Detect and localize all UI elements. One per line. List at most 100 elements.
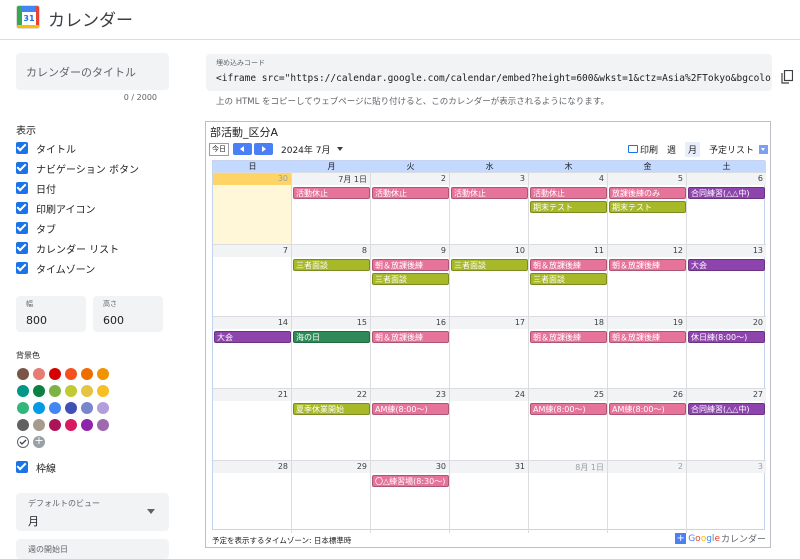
calendar-event[interactable]: 三者面談 (372, 273, 449, 285)
calendar-event[interactable]: 〇△練習場(8:30〜) (372, 475, 449, 487)
calendar-event[interactable]: 活動休止 (451, 187, 528, 199)
day-cell[interactable]: 7月 1日 活動休止 (292, 173, 371, 245)
day-cell[interactable]: 28 (213, 461, 292, 533)
day-cell[interactable]: 23 AM練(8:00〜) (371, 389, 450, 461)
prev-month-button[interactable] (233, 143, 252, 155)
today-button[interactable]: 今日 (209, 142, 229, 156)
calendar-event[interactable]: 合同練習(△△中) (688, 187, 765, 199)
calendar-event[interactable]: 休日練(8:00〜) (688, 331, 765, 343)
calendar-event[interactable]: 朝＆放課後練 (372, 259, 449, 271)
color-swatch[interactable] (33, 402, 45, 414)
color-swatch[interactable] (49, 419, 61, 431)
display-option-checkbox[interactable]: 日付 (16, 180, 56, 196)
day-cell[interactable]: 3 活動休止 (450, 173, 529, 245)
calendar-event[interactable]: 合同練習(△△中) (688, 403, 765, 415)
add-custom-color-icon[interactable]: + (33, 434, 45, 448)
calendar-event[interactable]: 朝＆放課後練 (530, 331, 607, 343)
color-swatch[interactable] (17, 385, 29, 397)
day-cell[interactable]: 2 活動休止 (371, 173, 450, 245)
calendar-title-input[interactable]: カレンダーのタイトル (16, 53, 169, 90)
color-swatch[interactable] (17, 368, 29, 380)
day-cell[interactable]: 10 三者面談 (450, 245, 529, 317)
color-swatch[interactable] (33, 385, 45, 397)
calendar-event[interactable]: 夏季休業開始 (293, 403, 370, 415)
day-cell[interactable]: 8月 1日 (529, 461, 608, 533)
color-swatch[interactable] (81, 368, 93, 380)
day-cell[interactable]: 24 (450, 389, 529, 461)
day-cell[interactable]: 9 朝＆放課後練 三者面談 (371, 245, 450, 317)
color-swatch[interactable] (81, 402, 93, 414)
embed-code-field[interactable]: 埋め込みコード <iframe src="https://calendar.go… (206, 54, 772, 91)
calendar-event[interactable]: 朝＆放課後練 (530, 259, 607, 271)
day-cell[interactable]: 31 (450, 461, 529, 533)
color-swatch[interactable] (97, 402, 109, 414)
copy-icon[interactable] (781, 70, 793, 84)
color-swatch[interactable] (65, 385, 77, 397)
day-cell[interactable]: 11 朝＆放課後練 三者面談 (529, 245, 608, 317)
color-swatch[interactable] (49, 368, 61, 380)
day-cell[interactable]: 19 朝＆放課後練 (608, 317, 687, 389)
calendar-event[interactable]: 活動休止 (372, 187, 449, 199)
color-swatch[interactable] (65, 419, 77, 431)
display-option-checkbox[interactable]: タイムゾーン (16, 260, 95, 276)
calendar-event[interactable]: AM練(8:00〜) (609, 403, 686, 415)
day-cell[interactable]: 18 朝＆放課後練 (529, 317, 608, 389)
calendar-event[interactable]: 期末テスト (530, 201, 607, 213)
day-cell[interactable]: 7 (213, 245, 292, 317)
calendar-event[interactable]: 三者面談 (451, 259, 528, 271)
day-cell[interactable]: 20 休日練(8:00〜) (687, 317, 766, 389)
day-cell[interactable]: 4 活動休止 期末テスト (529, 173, 608, 245)
color-swatch[interactable] (65, 402, 77, 414)
border-checkbox[interactable]: 枠線 (16, 459, 56, 475)
day-cell[interactable]: 29 (292, 461, 371, 533)
calendar-event[interactable]: 海の日 (293, 331, 370, 343)
day-cell[interactable]: 27 合同練習(△△中) (687, 389, 766, 461)
day-cell[interactable]: 22 夏季休業開始 (292, 389, 371, 461)
google-calendar-brand[interactable]: + Google カレンダー (675, 532, 766, 545)
color-swatch[interactable] (81, 385, 93, 397)
day-cell[interactable]: 2 (608, 461, 687, 533)
color-swatch[interactable] (17, 402, 29, 414)
tab-month[interactable]: 月 (684, 141, 700, 157)
day-cell[interactable]: 15 海の日 (292, 317, 371, 389)
color-swatch[interactable] (17, 419, 29, 431)
print-icon[interactable] (627, 145, 638, 153)
tab-agenda[interactable]: 予定リスト (706, 142, 757, 157)
calendar-list-dropdown-icon[interactable] (759, 144, 768, 154)
tab-week[interactable]: 週 (664, 142, 679, 157)
calendar-event[interactable]: 活動休止 (530, 187, 607, 199)
day-cell[interactable]: 17 (450, 317, 529, 389)
calendar-event[interactable]: 三者面談 (530, 273, 607, 285)
day-cell[interactable]: 16 朝＆放課後練 (371, 317, 450, 389)
color-swatch[interactable] (33, 368, 45, 380)
color-swatch[interactable] (97, 368, 109, 380)
color-swatch[interactable] (97, 385, 109, 397)
color-swatch[interactable] (49, 385, 61, 397)
next-month-button[interactable] (254, 143, 273, 155)
calendar-event[interactable]: AM練(8:00〜) (530, 403, 607, 415)
day-cell[interactable]: 25 AM練(8:00〜) (529, 389, 608, 461)
day-cell[interactable]: 14 大会 (213, 317, 292, 389)
day-cell[interactable]: 6 合同練習(△△中) (687, 173, 766, 245)
day-cell[interactable]: 30 〇△練習場(8:30〜) (371, 461, 450, 533)
default-view-select[interactable]: デフォルトのビュー 月 (16, 493, 169, 531)
print-button[interactable]: 印刷 (640, 143, 658, 156)
width-field[interactable]: 幅 800 (16, 296, 86, 332)
day-cell[interactable]: 5 放課後練のみ 期末テスト (608, 173, 687, 245)
day-cell[interactable]: 12 朝＆放課後練 (608, 245, 687, 317)
calendar-event[interactable]: 三者面談 (293, 259, 370, 271)
selected-white-swatch-check-icon[interactable] (17, 436, 29, 448)
color-swatch[interactable] (33, 419, 45, 431)
color-swatch[interactable] (49, 402, 61, 414)
week-start-select[interactable]: 週の開始日 (16, 539, 169, 559)
calendar-event[interactable]: AM練(8:00〜) (372, 403, 449, 415)
height-field[interactable]: 高さ 600 (93, 296, 163, 332)
calendar-event[interactable]: 朝＆放課後練 (609, 259, 686, 271)
display-option-checkbox[interactable]: タイトル (16, 140, 76, 156)
calendar-event[interactable]: 期末テスト (609, 201, 686, 213)
display-option-checkbox[interactable]: 印刷アイコン (16, 200, 96, 216)
calendar-event[interactable]: 大会 (688, 259, 765, 271)
month-picker-caret-icon[interactable] (336, 147, 343, 151)
day-cell[interactable]: 26 AM練(8:00〜) (608, 389, 687, 461)
calendar-event[interactable]: 大会 (214, 331, 291, 343)
